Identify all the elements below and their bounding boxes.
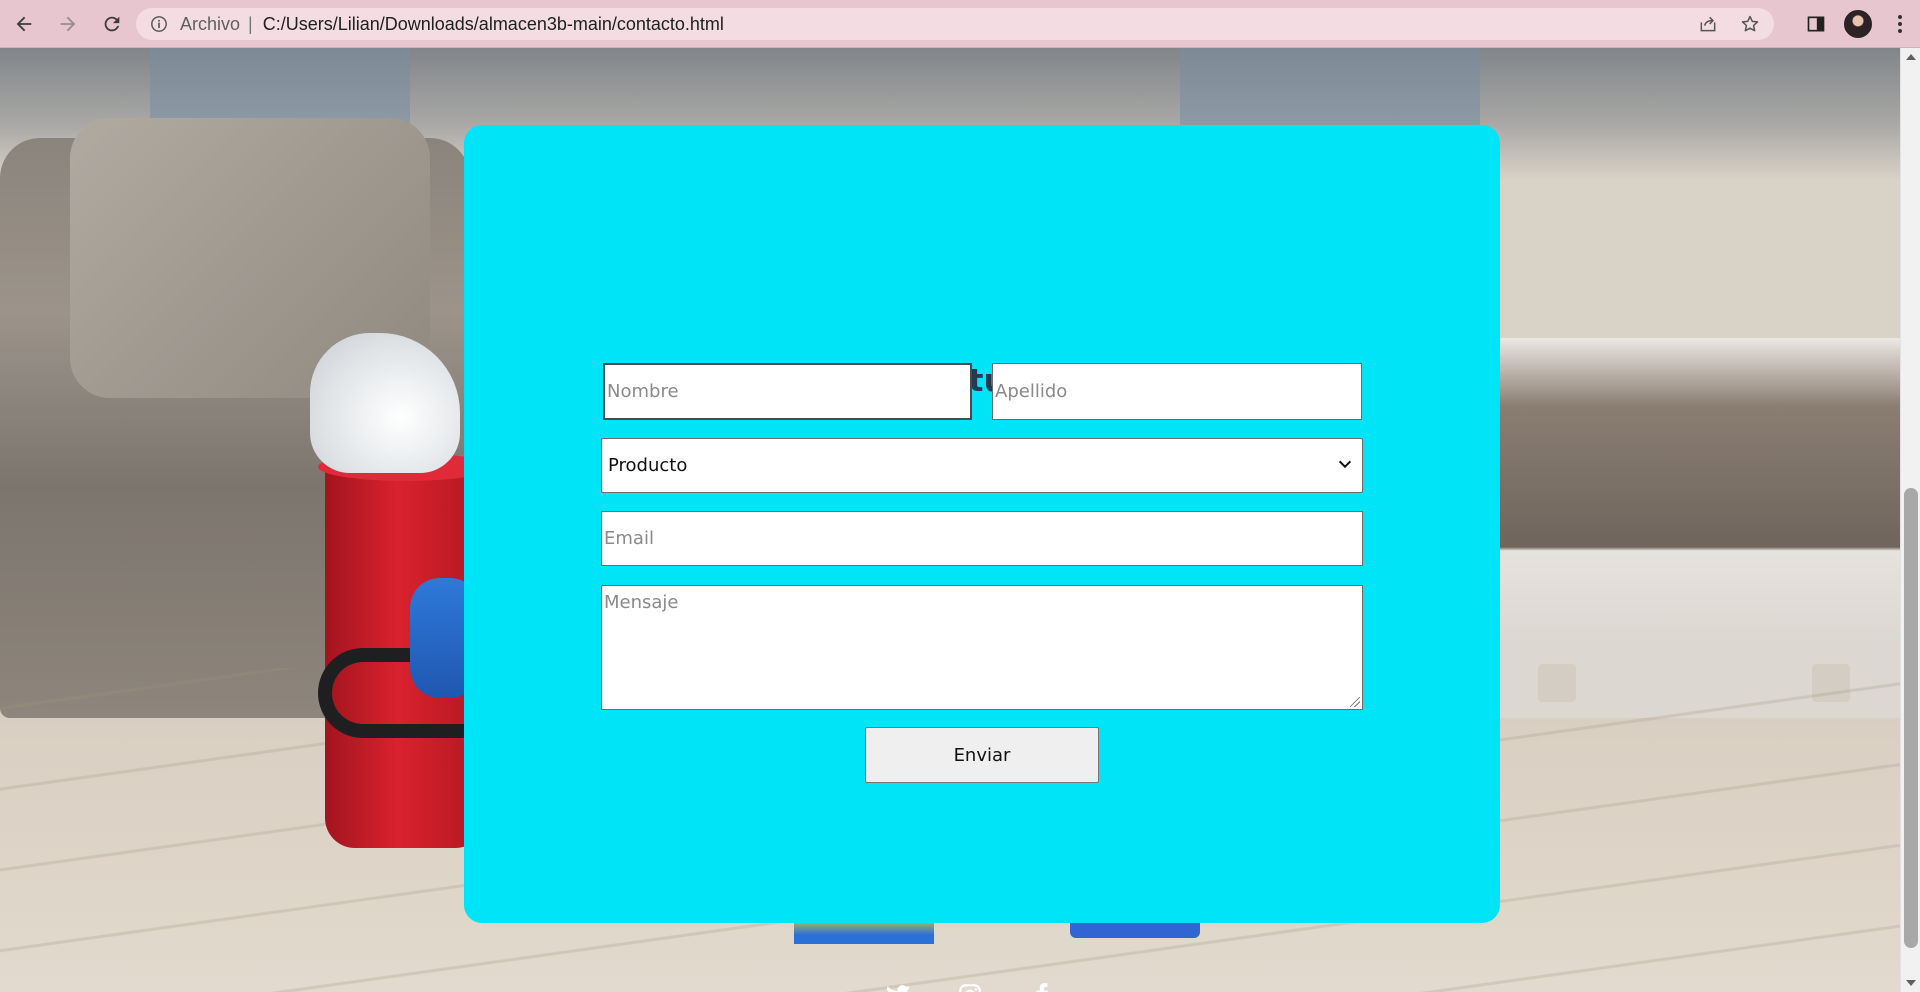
facebook-icon — [1036, 983, 1048, 992]
email-input[interactable]: Email — [601, 511, 1363, 566]
page-viewport: Envianos tu mensaje Nombre Apellido Prod… — [0, 48, 1900, 992]
url-text[interactable]: C:/Users/Lilian/Downloads/almacen3b-main… — [263, 14, 724, 35]
bookmark-star-icon[interactable] — [1740, 14, 1760, 34]
send-button[interactable]: Enviar — [865, 727, 1099, 783]
scrollbar-thumb[interactable] — [1904, 488, 1918, 948]
vertical-scrollbar[interactable] — [1900, 48, 1920, 992]
profile-avatar[interactable] — [1844, 10, 1872, 38]
arrow-left-icon — [16, 16, 32, 31]
twitter-link[interactable] — [883, 980, 913, 992]
reload-button[interactable] — [92, 4, 132, 44]
twitter-icon — [887, 985, 910, 992]
product-select[interactable]: Producto — [601, 438, 1363, 493]
scheme-label: Archivo — [180, 13, 241, 34]
instagram-icon — [959, 984, 981, 992]
product-selected-value: Producto — [608, 455, 688, 476]
first-name-input[interactable]: Nombre — [603, 363, 972, 420]
side-panel-icon[interactable] — [1806, 14, 1826, 34]
scroll-down-arrow-icon[interactable] — [1906, 980, 1916, 986]
back-button[interactable] — [4, 4, 44, 44]
facebook-link[interactable] — [1027, 980, 1057, 992]
menu-kebab-icon[interactable] — [1890, 15, 1910, 33]
arrow-right-icon — [60, 16, 76, 31]
forward-button[interactable] — [48, 4, 88, 44]
message-textarea[interactable]: Mensaje — [601, 585, 1363, 710]
instagram-link[interactable] — [955, 980, 985, 992]
message-placeholder: Mensaje — [604, 592, 679, 613]
scheme-separator: | — [248, 13, 253, 34]
address-bar[interactable]: Archivo | C:/Users/Lilian/Downloads/alma… — [136, 8, 1774, 40]
info-icon[interactable] — [150, 15, 168, 33]
resize-grip-icon[interactable] — [1350, 697, 1360, 707]
email-placeholder: Email — [604, 528, 654, 549]
first-name-placeholder: Nombre — [607, 381, 679, 402]
scroll-up-arrow-icon[interactable] — [1906, 54, 1916, 60]
chevron-down-icon — [1336, 455, 1354, 473]
share-icon[interactable] — [1698, 14, 1718, 34]
last-name-placeholder: Apellido — [995, 381, 1068, 402]
background-sofa — [1500, 338, 1900, 718]
last-name-input[interactable]: Apellido — [992, 363, 1362, 420]
reload-icon — [104, 16, 120, 31]
browser-toolbar: Archivo | C:/Users/Lilian/Downloads/alma… — [0, 0, 1920, 48]
